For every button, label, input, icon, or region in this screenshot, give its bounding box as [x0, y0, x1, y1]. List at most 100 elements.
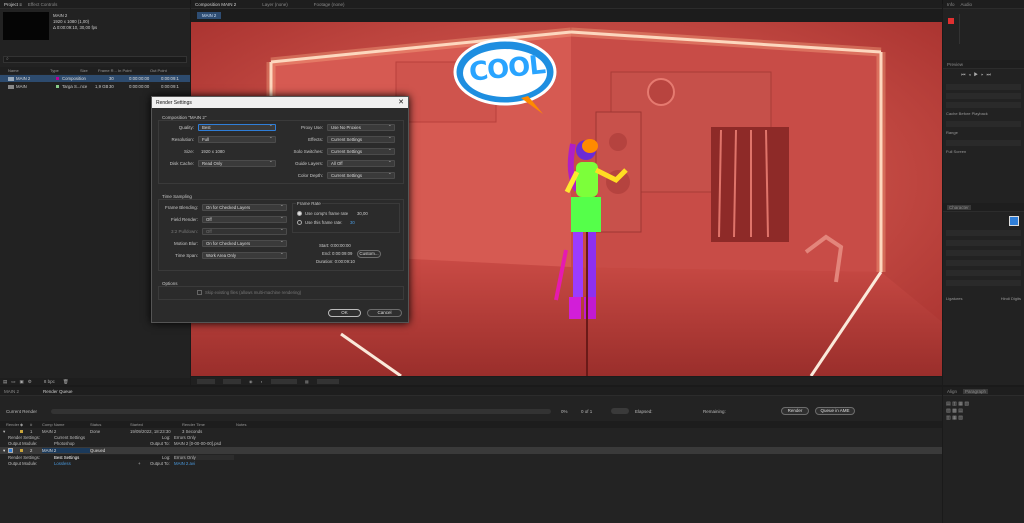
render-checkbox[interactable]	[8, 447, 20, 454]
col-name[interactable]: Name	[0, 68, 50, 73]
skip-existing-row: Skip existing files (allows multi-machin…	[197, 289, 301, 296]
expand-toggle[interactable]: ▾	[0, 429, 8, 435]
render-button[interactable]: Render	[781, 407, 809, 415]
quality-dropdown[interactable]: Best	[198, 124, 276, 131]
stop-button[interactable]	[611, 408, 629, 414]
info-readouts	[959, 14, 1019, 44]
bpc-label[interactable]: 8 bpc	[44, 379, 55, 384]
new-folder-icon[interactable]: ▭	[11, 379, 15, 385]
frame-rate-group: Frame Rate Use comp's frame rate 30,00 U…	[292, 201, 400, 233]
checkbox-ligatures[interactable]: Ligatures	[946, 296, 962, 301]
comp-icon	[8, 76, 14, 81]
tab-align[interactable]: Align	[947, 389, 957, 394]
trash-icon[interactable]: 🗑	[63, 379, 69, 385]
pulldown-dropdown[interactable]: Off	[202, 228, 287, 235]
effects-dropdown[interactable]: Current Settings	[327, 136, 395, 143]
time-span-dropdown[interactable]: Work Area Only	[202, 252, 287, 259]
first-frame-icon[interactable]: ⏮	[961, 72, 969, 78]
render-item-2[interactable]: ▾ 2 MAIN 2 Queued	[0, 447, 942, 454]
channel-icon[interactable]: ◐	[261, 379, 263, 384]
col-size[interactable]: Size	[80, 68, 98, 73]
snapshot-icon[interactable]: ◉	[249, 379, 253, 384]
new-comp-icon[interactable]: ▣	[20, 379, 24, 385]
character-controls: Ligatures Hindi Digits	[946, 230, 1021, 301]
comp-rate-label[interactable]: Use comp's frame rate	[305, 211, 357, 216]
camera-dropdown[interactable]	[316, 378, 339, 384]
playback-controls: ⏮◂▶▸⏭	[961, 72, 994, 78]
comp-rate-value: 30,00	[357, 211, 368, 216]
checkbox-cache[interactable]: Cache Before Playback	[946, 111, 1021, 116]
dialog-titlebar: Render Settings ✕	[152, 97, 408, 108]
custom-button[interactable]: Custom...	[357, 250, 381, 258]
tab-main2-timeline[interactable]: MAIN 2	[4, 389, 19, 394]
guide-layers-dropdown[interactable]: All Off	[327, 160, 395, 167]
col-out[interactable]: Out Point	[150, 68, 180, 73]
col-notes[interactable]: Notes	[236, 422, 266, 427]
align-header: Align Paragraph	[943, 387, 1024, 396]
render-queue-panel: MAIN 2 Render Queue Current Render 0% 0 …	[0, 387, 942, 523]
col-render-time[interactable]: Render Time	[182, 422, 236, 427]
col-status[interactable]: Status	[90, 422, 130, 427]
skip-existing-checkbox[interactable]	[197, 290, 202, 295]
checkbox-fullscreen[interactable]: Full Screen	[946, 149, 1021, 154]
resolution-dropdown[interactable]	[223, 378, 241, 384]
solo-switches-dropdown[interactable]: Current Settings	[327, 148, 395, 155]
col-render[interactable]: Render	[0, 422, 20, 427]
project-search[interactable]: ⌕	[3, 56, 187, 63]
col-frame-rate[interactable]: Frame R...	[98, 68, 118, 73]
motion-blur-dropdown[interactable]: On for Checked Layers	[202, 240, 287, 247]
project-item-main[interactable]: MAIN Targa S...nce 1,9 GB 30 0:00:00:00 …	[0, 83, 190, 90]
grid-icon[interactable]: ▦	[305, 379, 309, 384]
timecode-field[interactable]	[270, 378, 297, 384]
this-rate-label[interactable]: Use this frame rate:	[305, 220, 350, 225]
proxy-use-dropdown[interactable]: Use No Proxies	[327, 124, 395, 131]
tab-project[interactable]: Project ≡	[4, 2, 22, 7]
tab-audio[interactable]: Audio	[961, 2, 973, 7]
checkbox-hindi[interactable]: Hindi Digits	[1001, 296, 1021, 301]
interpret-footage-icon[interactable]: ▤	[3, 379, 7, 385]
skip-existing-label: Skip existing files (allows multi-machin…	[205, 290, 302, 295]
expand-toggle[interactable]: ▾	[0, 448, 8, 454]
tab-footage[interactable]: Footage (none)	[314, 2, 345, 7]
comp-rate-radio[interactable]	[297, 211, 302, 216]
zoom-dropdown[interactable]	[197, 378, 215, 384]
tab-composition[interactable]: Composition MAIN 2	[195, 2, 236, 7]
tab-effect-controls[interactable]: Effect Controls	[28, 2, 57, 7]
this-rate-value[interactable]: 30	[350, 220, 355, 225]
render-status-bar: Current Render 0% 0 of 1 Elapsed: Remain…	[6, 406, 936, 416]
col-number[interactable]: #	[30, 422, 42, 427]
tab-layer[interactable]: Layer (none)	[262, 2, 288, 7]
checkbox-range[interactable]: Range	[946, 130, 1021, 135]
col-type[interactable]: Type	[50, 68, 80, 73]
disk-cache-dropdown[interactable]: Read Only	[198, 160, 276, 167]
tab-preview[interactable]: Preview	[947, 62, 963, 67]
project-settings-icon[interactable]: ⚙	[28, 379, 32, 385]
ok-button[interactable]: OK	[328, 309, 361, 317]
project-item-main2[interactable]: MAIN 2 Composition 30 0:00:00:00 0:00:09…	[0, 75, 190, 82]
output-module-value[interactable]: Photoshop	[54, 441, 150, 446]
color-depth-dropdown[interactable]: Current Settings	[327, 172, 395, 179]
col-started[interactable]: Started	[130, 422, 182, 427]
viewer-subtab[interactable]: MAIN 2	[197, 12, 222, 19]
close-icon[interactable]: ✕	[398, 98, 404, 106]
tab-paragraph[interactable]: Paragraph	[963, 388, 989, 394]
col-in[interactable]: In Point	[118, 68, 150, 73]
align-icons: ▤ ▥ ▦ ▧ ▨ ▩ ▤ ▥ ▦ ▧	[946, 401, 970, 421]
last-frame-icon[interactable]: ⏭	[987, 72, 995, 78]
resolution-dropdown[interactable]: Full	[198, 136, 276, 143]
tab-render-queue[interactable]: Render Queue	[43, 389, 73, 394]
field-render-dropdown[interactable]: Off	[202, 216, 287, 223]
add-output-icon[interactable]: +	[138, 461, 150, 466]
this-rate-radio[interactable]	[297, 220, 302, 225]
queue-in-ame-button[interactable]: Queue in AME	[815, 407, 855, 415]
output-module-value-2[interactable]: Lossless	[54, 461, 138, 466]
right-fields: Proxy Use:Use No Proxies Effects:Current…	[285, 123, 405, 183]
col-comp-name[interactable]: Comp Name	[42, 422, 90, 427]
frame-blending-dropdown[interactable]: On for Checked Layers	[202, 204, 287, 211]
start-time: Start: 0:00:00:00	[319, 243, 351, 248]
info-header: Info Audio	[943, 0, 1024, 9]
character-fill-swatch[interactable]	[1009, 216, 1019, 226]
cancel-button[interactable]: Cancel	[367, 309, 402, 317]
tab-character[interactable]: Character	[947, 204, 971, 210]
tab-info[interactable]: Info	[947, 2, 955, 7]
